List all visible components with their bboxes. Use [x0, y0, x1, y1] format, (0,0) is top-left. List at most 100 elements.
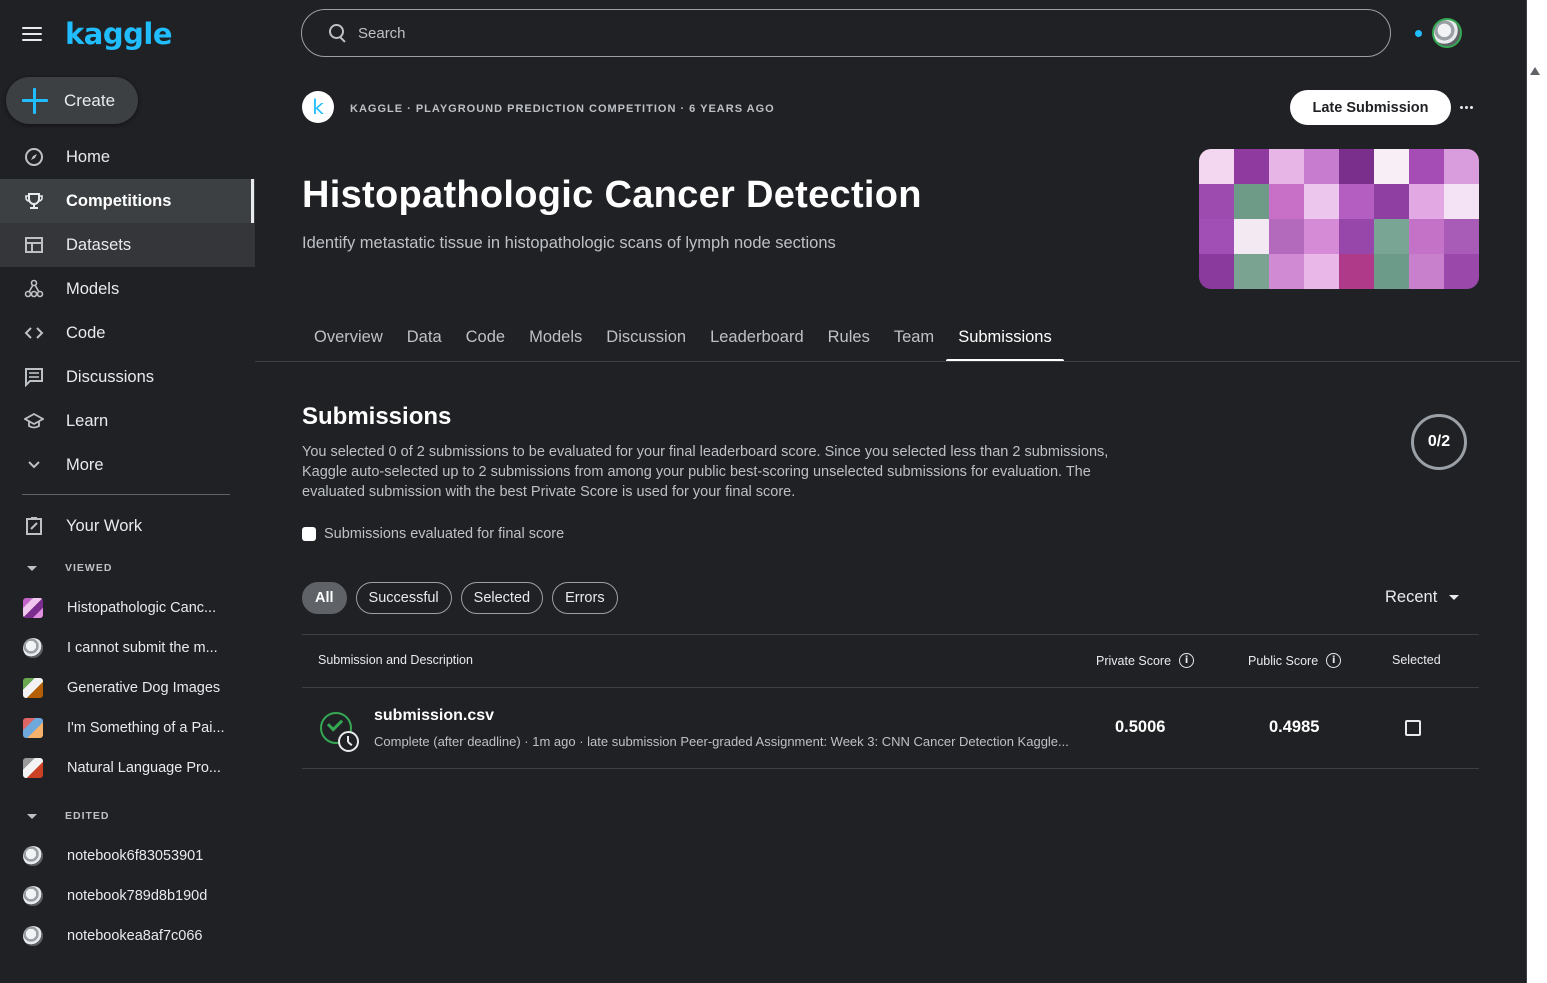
sidebar-item-learn[interactable]: Learn [0, 399, 255, 443]
tab-code[interactable]: Code [454, 316, 517, 362]
tab-leaderboard[interactable]: Leaderboard [698, 316, 816, 362]
filter-chips: All Successful Selected Errors [302, 582, 618, 614]
selected-count-badge: 0/2 [1411, 414, 1467, 470]
tab-discussion[interactable]: Discussion [594, 316, 698, 362]
tab-team[interactable]: Team [882, 316, 946, 362]
recent-item-label: I cannot submit the m... [67, 640, 218, 656]
final-score-checkbox-label: Submissions evaluated for final score [324, 526, 565, 542]
late-submission-button[interactable]: Late Submission [1290, 90, 1451, 125]
notification-dot-icon[interactable] [1415, 30, 1422, 37]
competition-tabs: Overview Data Code Models Discussion Lea… [302, 316, 1064, 362]
table-divider [302, 768, 1479, 769]
select-submission-checkbox[interactable] [1405, 720, 1421, 736]
caret-down-icon [27, 813, 37, 819]
column-header-description: Submission and Description [318, 653, 473, 667]
table-divider [302, 687, 1479, 688]
final-score-filter[interactable]: Submissions evaluated for final score [302, 526, 564, 542]
more-options-icon[interactable] [1455, 96, 1477, 118]
column-header-label: Private Score [1096, 653, 1172, 668]
column-header-label: Selected [1392, 653, 1441, 667]
tab-rules[interactable]: Rules [816, 316, 882, 362]
create-label: Create [64, 90, 116, 110]
avatar-icon [23, 846, 43, 866]
edited-section-label: EDITED [65, 810, 110, 822]
recent-item-label: notebook789d8b190d [67, 888, 208, 904]
viewed-section-toggle[interactable]: VIEWED [0, 556, 112, 580]
comments-icon [23, 366, 45, 388]
competition-meta: KAGGLE · PLAYGROUND PREDICTION COMPETITI… [350, 103, 775, 115]
sidebar-item-competitions[interactable]: Competitions [0, 179, 255, 223]
brand: kaggle [22, 14, 172, 54]
thumbnail-icon [23, 718, 43, 738]
info-icon[interactable]: i [1179, 653, 1195, 668]
sidebar-item-your-work[interactable]: Your Work [0, 504, 255, 548]
recent-viewed-item[interactable]: I'm Something of a Pai... [0, 708, 255, 748]
sidebar-item-home[interactable]: Home [0, 135, 255, 179]
table-divider [302, 634, 1479, 635]
tabs-divider [255, 361, 1520, 362]
scroll-up-arrow-icon[interactable] [1530, 67, 1540, 75]
chevron-down-icon [23, 454, 45, 476]
column-header-private-score: Private Score i [1096, 653, 1195, 668]
kaggle-logo[interactable]: kaggle [65, 17, 172, 51]
avatar-icon [23, 638, 43, 658]
hamburger-menu-icon[interactable] [22, 14, 44, 54]
recent-item-label: notebookea8af7c066 [67, 928, 203, 944]
private-score-value: 0.5006 [1115, 718, 1166, 736]
create-button[interactable]: Create [6, 77, 138, 124]
tab-submissions[interactable]: Submissions [946, 316, 1064, 362]
complete-late-status-icon [320, 712, 360, 752]
recent-viewed-item[interactable]: Histopathologic Canc... [0, 588, 255, 628]
submission-filename[interactable]: submission.csv [374, 707, 494, 725]
avatar-icon [23, 886, 43, 906]
section-description: You selected 0 of 2 submissions to be ev… [302, 444, 1109, 500]
public-score-value: 0.4985 [1269, 718, 1320, 736]
thumbnail-icon [23, 678, 43, 698]
filter-chip-successful[interactable]: Successful [355, 582, 452, 614]
sidebar-item-label: Models [66, 279, 120, 298]
sidebar-item-code[interactable]: Code [0, 311, 255, 355]
sidebar-item-models[interactable]: Models [0, 267, 255, 311]
filter-chip-errors[interactable]: Errors [552, 582, 618, 614]
recent-edited-item[interactable]: notebook6f83053901 [0, 836, 255, 876]
sidebar-item-more[interactable]: More [0, 443, 255, 487]
recent-edited-item[interactable]: notebookea8af7c066 [0, 916, 255, 956]
section-title: Submissions [302, 403, 452, 430]
sidebar-item-label: More [66, 455, 104, 474]
tab-data[interactable]: Data [395, 316, 454, 362]
school-icon [23, 410, 45, 432]
plus-icon [22, 87, 48, 114]
sort-dropdown-label: Recent [1385, 588, 1438, 606]
recent-viewed-item[interactable]: Generative Dog Images [0, 668, 255, 708]
search-bar[interactable] [301, 9, 1391, 57]
tab-models[interactable]: Models [517, 316, 594, 362]
code-icon [23, 322, 45, 344]
scrollbar[interactable] [1527, 0, 1547, 983]
sidebar-item-label: Discussions [66, 367, 155, 386]
sidebar: kaggle Create Home Competitions Datasets [0, 0, 255, 983]
info-icon[interactable]: i [1326, 653, 1342, 668]
models-icon [23, 278, 45, 300]
recent-edited-item[interactable]: notebook789d8b190d [0, 876, 255, 916]
filter-chip-all[interactable]: All [302, 582, 347, 614]
trophy-icon [23, 190, 45, 212]
sidebar-item-label: Code [66, 323, 106, 342]
filter-chip-selected[interactable]: Selected [460, 582, 544, 614]
final-score-checkbox[interactable] [302, 527, 316, 541]
edited-section-toggle[interactable]: EDITED [0, 804, 110, 828]
search-input[interactable] [358, 24, 1258, 42]
search-icon [328, 23, 348, 43]
table-icon [23, 234, 45, 256]
recent-viewed-item[interactable]: Natural Language Pro... [0, 748, 255, 788]
recent-viewed-item[interactable]: I cannot submit the m... [0, 628, 255, 668]
column-header-label: Public Score [1248, 653, 1319, 668]
column-header-public-score: Public Score i [1248, 653, 1342, 668]
sidebar-item-discussions[interactable]: Discussions [0, 355, 255, 399]
competition-host-logo[interactable]: k [302, 91, 334, 123]
caret-down-icon [27, 565, 37, 571]
sort-dropdown[interactable]: Recent [1385, 588, 1460, 607]
tab-overview[interactable]: Overview [302, 316, 395, 362]
user-avatar[interactable] [1432, 18, 1462, 48]
compass-icon [23, 146, 45, 168]
sidebar-item-datasets[interactable]: Datasets [0, 223, 255, 267]
